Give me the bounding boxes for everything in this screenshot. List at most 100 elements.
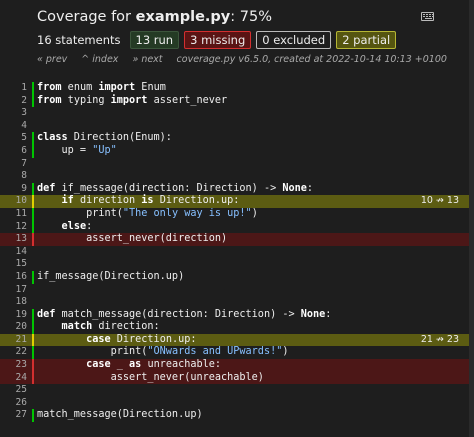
code-text: enum — [61, 82, 99, 93]
line-number[interactable]: 25 — [0, 384, 27, 397]
coverage-marker — [32, 132, 34, 145]
code-keyword: from — [37, 82, 62, 93]
line-number[interactable]: 18 — [0, 296, 27, 309]
line-number[interactable]: 21 — [0, 334, 27, 347]
source-line: 19 def match_message(direction: Direction… — [0, 308, 474, 322]
source-line: 16 if_message(Direction.up) — [0, 270, 474, 284]
line-number[interactable]: 4 — [0, 120, 27, 133]
line-number[interactable]: 19 — [0, 309, 27, 322]
source-line: 21 case Direction.up: 21 ↛ 23 — [0, 333, 474, 347]
coverage-marker — [32, 94, 34, 108]
code-text: ) — [251, 207, 258, 219]
line-number[interactable]: 9 — [0, 183, 27, 196]
coverage-marker — [32, 144, 34, 158]
line-number[interactable]: 16 — [0, 271, 27, 284]
source-line: 1 from enum import Enum — [0, 82, 474, 95]
line-number[interactable]: 8 — [0, 170, 27, 183]
code-keyword: from — [37, 94, 62, 106]
coverage-marker — [32, 82, 34, 95]
keyboard-icon[interactable] — [421, 12, 434, 21]
source-line: 4 — [0, 120, 474, 133]
next-link[interactable]: » next — [132, 54, 162, 65]
code-keyword: def — [37, 308, 56, 320]
scrollbar[interactable] — [469, 0, 474, 437]
code-text: : — [325, 308, 332, 320]
partial-filter-button[interactable]: 2 partial — [336, 31, 397, 49]
code-text: match_message(Direction.up) — [37, 409, 203, 421]
code-text: typing — [61, 94, 111, 106]
source-listing: 1 from enum import Enum 2 from typing impor… — [0, 82, 474, 423]
line-number[interactable]: 24 — [0, 372, 27, 385]
line-number[interactable]: 5 — [0, 132, 27, 145]
statement-count: 16 statements — [37, 33, 121, 47]
line-number[interactable]: 15 — [0, 258, 27, 271]
source-line: 14 — [0, 246, 474, 259]
line-number[interactable]: 27 — [0, 409, 27, 422]
line-number[interactable]: 22 — [0, 346, 27, 359]
page-title: Coverage for example.py: 75% — [37, 9, 272, 25]
line-number[interactable]: 6 — [0, 145, 27, 158]
excluded-filter-button[interactable]: 0 excluded — [256, 31, 332, 49]
source-line: 24 assert_never(unreachable) — [0, 371, 474, 385]
code-keyword: is — [141, 195, 154, 207]
source-line: 17 — [0, 284, 474, 297]
line-number[interactable]: 7 — [0, 158, 27, 171]
title-percentage: : 75% — [230, 9, 272, 25]
line-code: up = "Up" — [37, 145, 117, 158]
coverage-stats: 16 statements 13 run 3 missing 0 exclude… — [37, 31, 401, 49]
code-text: direction: — [92, 321, 160, 333]
line-number[interactable]: 12 — [0, 221, 27, 234]
branch-annotation[interactable]: 21 ↛ 23 — [421, 334, 459, 347]
code-string: "The only way is up!" — [122, 207, 252, 219]
line-number[interactable]: 17 — [0, 284, 27, 297]
source-line: 25 — [0, 384, 474, 397]
line-number[interactable]: 13 — [0, 233, 27, 246]
line-number[interactable]: 1 — [0, 82, 27, 95]
line-number[interactable]: 14 — [0, 246, 27, 259]
coverage-marker — [32, 346, 34, 360]
coverage-marker — [32, 246, 34, 259]
source-line: 8 — [0, 170, 474, 183]
code-text: print( — [37, 207, 123, 219]
code-text: if_message(direction: Direction) -> — [55, 182, 283, 194]
prev-link[interactable]: « prev — [37, 54, 67, 65]
coverage-marker — [32, 220, 34, 234]
coverage-marker — [32, 371, 34, 385]
code-keyword: match — [61, 321, 93, 333]
branch-annotation[interactable]: 10 ↛ 13 — [421, 195, 459, 208]
coverage-marker — [32, 107, 34, 120]
line-number[interactable]: 2 — [0, 95, 27, 108]
line-number[interactable]: 23 — [0, 359, 27, 372]
line-code: from enum import Enum — [37, 82, 166, 95]
code-text: _ — [110, 359, 130, 371]
source-line: 23 case _ as unreachable: — [0, 359, 474, 372]
line-number[interactable]: 26 — [0, 397, 27, 410]
code-text: match_message(direction: Direction) -> — [55, 308, 301, 320]
line-code: match_message(Direction.up) — [37, 409, 203, 422]
source-line: 10 if direction is Direction.up: 10 ↛ 13 — [0, 195, 474, 208]
line-number[interactable]: 11 — [0, 208, 27, 221]
coverage-marker — [32, 409, 34, 423]
coverage-marker — [32, 195, 34, 208]
coverage-marker — [32, 284, 34, 297]
code-text: Direction.up: — [153, 195, 240, 207]
source-line: 27 match_message(Direction.up) — [0, 409, 474, 423]
line-code: assert_never(direction) — [37, 233, 227, 246]
line-code: print("ONwards and UPwards!") — [37, 346, 289, 359]
index-link[interactable]: ^ index — [81, 54, 118, 65]
source-line: 7 — [0, 158, 474, 171]
line-number[interactable]: 10 — [0, 195, 27, 208]
source-line: 20 match direction: — [0, 321, 474, 334]
report-header: Coverage for example.py: 75% 16 statemen… — [0, 0, 474, 74]
line-number[interactable]: 3 — [0, 107, 27, 120]
run-filter-button[interactable]: 13 run — [129, 31, 180, 49]
missing-filter-button[interactable]: 3 missing — [184, 31, 252, 49]
code-text: : — [86, 220, 93, 232]
coverage-marker — [32, 233, 34, 246]
coverage-marker — [32, 359, 34, 372]
line-number[interactable]: 20 — [0, 321, 27, 334]
code-keyword: as — [129, 359, 142, 371]
